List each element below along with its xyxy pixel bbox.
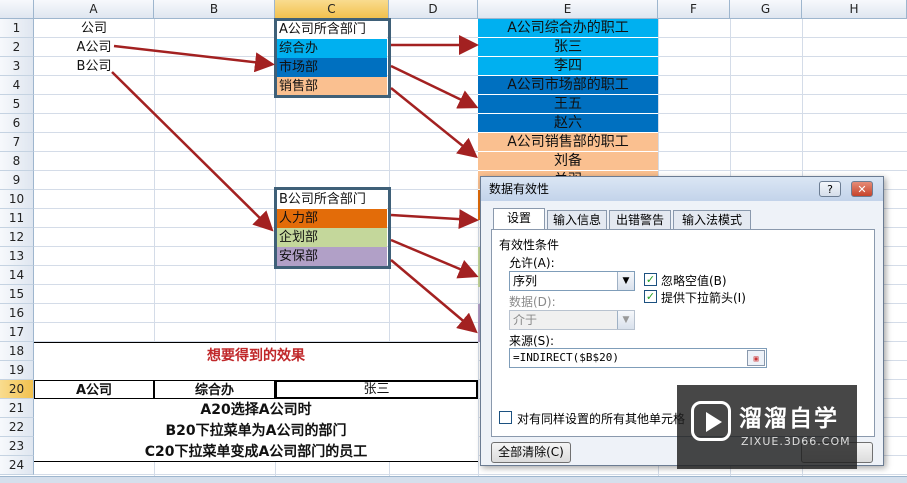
arrow-sales-to-e7 [390, 87, 478, 159]
data-label: 数据(D): [509, 295, 556, 309]
apply-all-label: 对有同样设置的所有其他单元格 [517, 412, 686, 426]
arrow-a2-to-cbox1 [113, 44, 275, 73]
data-value: 介于 [513, 313, 538, 327]
help-button[interactable]: ? [819, 181, 841, 197]
apply-all-checkbox[interactable] [499, 411, 512, 424]
watermark-brand: 溜溜自学 [739, 406, 839, 432]
allow-select[interactable]: 序列 ▼ [509, 271, 635, 291]
arrow-hr-to-e [390, 209, 479, 230]
close-button[interactable]: ✕ [851, 181, 873, 197]
play-triangle [706, 412, 722, 432]
allow-value: 序列 [513, 274, 538, 288]
arrow-a3-to-cbox2 [111, 71, 274, 232]
chevron-down-icon[interactable]: ▼ [617, 311, 634, 329]
allow-label: 允许(A): [509, 256, 555, 270]
tab-input-message[interactable]: 输入信息 [547, 210, 607, 230]
tab-ime-mode[interactable]: 输入法模式 [673, 210, 751, 230]
dropdown-arrow-label: 提供下拉箭头(I) [661, 291, 746, 305]
source-label: 来源(S): [509, 334, 555, 348]
arrow-market-to-e4 [390, 64, 479, 109]
watermark-url: ZIXUE.3D66.COM [741, 435, 851, 448]
clear-all-button[interactable]: 全部清除(C) [491, 442, 571, 463]
chevron-down-icon[interactable]: ▼ [617, 272, 634, 290]
watermark-panel: 溜溜自学 ZIXUE.3D66.COM [677, 385, 857, 469]
play-logo-icon [691, 401, 731, 441]
dropdown-arrow-checkbox[interactable]: ✓ [644, 290, 657, 303]
data-select[interactable]: 介于 ▼ [509, 310, 635, 330]
tab-error-alert[interactable]: 出错警告 [609, 210, 671, 230]
ignore-blank-label: 忽略空值(B) [661, 274, 727, 288]
tab-settings[interactable]: 设置 [493, 208, 545, 230]
ignore-blank-checkbox[interactable]: ✓ [644, 273, 657, 286]
source-value: =INDIRECT($B$20) [513, 351, 619, 364]
source-input[interactable]: =INDIRECT($B$20) ▣ [509, 348, 767, 368]
section-validation-criteria: 有效性条件 [499, 238, 560, 252]
range-picker-icon[interactable]: ▣ [747, 350, 765, 366]
